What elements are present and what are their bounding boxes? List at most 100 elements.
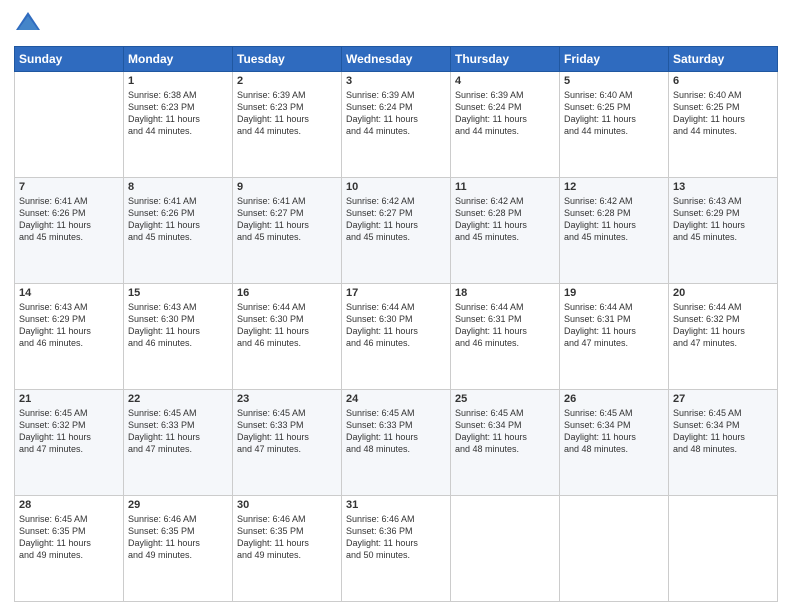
calendar-cell: 23 Sunrise: 6:45 AMSunset: 6:33 PMDayligh… xyxy=(233,390,342,496)
weekday-header: Wednesday xyxy=(342,47,451,72)
calendar-cell: 3 Sunrise: 6:39 AMSunset: 6:24 PMDaylight… xyxy=(342,72,451,178)
calendar-cell: 16 Sunrise: 6:44 AMSunset: 6:30 PMDayligh… xyxy=(233,284,342,390)
day-number: 24 xyxy=(346,393,446,405)
calendar-cell: 5 Sunrise: 6:40 AMSunset: 6:25 PMDaylight… xyxy=(560,72,669,178)
cell-info: Sunrise: 6:40 AMSunset: 6:25 PMDaylight:… xyxy=(564,90,636,136)
calendar-cell: 31 Sunrise: 6:46 AMSunset: 6:36 PMDayligh… xyxy=(342,496,451,602)
day-number: 12 xyxy=(564,181,664,193)
calendar-week-row: 1 Sunrise: 6:38 AMSunset: 6:23 PMDaylight… xyxy=(15,72,778,178)
day-number: 5 xyxy=(564,75,664,87)
cell-info: Sunrise: 6:42 AMSunset: 6:27 PMDaylight:… xyxy=(346,196,418,242)
calendar-cell xyxy=(669,496,778,602)
day-number: 2 xyxy=(237,75,337,87)
calendar-cell: 20Sunrise: 6:44 AMSunset: 6:32 PMDayligh… xyxy=(669,284,778,390)
cell-info: Sunrise: 6:44 AMSunset: 6:31 PMDaylight:… xyxy=(564,302,636,348)
calendar-cell: 11 Sunrise: 6:42 AMSunset: 6:28 PMDayligh… xyxy=(451,178,560,284)
cell-info: Sunrise: 6:41 AMSunset: 6:26 PMDaylight:… xyxy=(19,196,91,242)
day-number: 31 xyxy=(346,499,446,511)
logo-icon xyxy=(14,10,42,38)
header xyxy=(14,10,778,38)
day-number: 4 xyxy=(455,75,555,87)
weekday-header: Monday xyxy=(124,47,233,72)
calendar-cell: 29 Sunrise: 6:46 AMSunset: 6:35 PMDayligh… xyxy=(124,496,233,602)
weekday-header: Friday xyxy=(560,47,669,72)
calendar-cell: 10 Sunrise: 6:42 AMSunset: 6:27 PMDayligh… xyxy=(342,178,451,284)
calendar-cell: 26Sunrise: 6:45 AMSunset: 6:34 PMDayligh… xyxy=(560,390,669,496)
weekday-header: Sunday xyxy=(15,47,124,72)
day-number: 1 xyxy=(128,75,228,87)
header-row: SundayMondayTuesdayWednesdayThursdayFrid… xyxy=(15,47,778,72)
calendar-cell: 8 Sunrise: 6:41 AMSunset: 6:26 PMDaylight… xyxy=(124,178,233,284)
calendar-cell: 1 Sunrise: 6:38 AMSunset: 6:23 PMDaylight… xyxy=(124,72,233,178)
day-number: 13 xyxy=(673,181,773,193)
cell-info: Sunrise: 6:42 AMSunset: 6:28 PMDaylight:… xyxy=(455,196,527,242)
cell-info: Sunrise: 6:44 AMSunset: 6:30 PMDaylight:… xyxy=(346,302,418,348)
cell-info: Sunrise: 6:45 AMSunset: 6:35 PMDaylight:… xyxy=(19,514,91,560)
calendar-cell xyxy=(15,72,124,178)
calendar-cell: 18 Sunrise: 6:44 AMSunset: 6:31 PMDayligh… xyxy=(451,284,560,390)
cell-info: Sunrise: 6:44 AMSunset: 6:30 PMDaylight:… xyxy=(237,302,309,348)
cell-info: Sunrise: 6:43 AMSunset: 6:30 PMDaylight:… xyxy=(128,302,200,348)
calendar-cell: 2 Sunrise: 6:39 AMSunset: 6:23 PMDaylight… xyxy=(233,72,342,178)
calendar-cell: 28 Sunrise: 6:45 AMSunset: 6:35 PMDayligh… xyxy=(15,496,124,602)
day-number: 29 xyxy=(128,499,228,511)
cell-info: Sunrise: 6:43 AMSunset: 6:29 PMDaylight:… xyxy=(19,302,91,348)
cell-info: Sunrise: 6:42 AMSunset: 6:28 PMDaylight:… xyxy=(564,196,636,242)
cell-info: Sunrise: 6:39 AMSunset: 6:24 PMDaylight:… xyxy=(455,90,527,136)
day-number: 6 xyxy=(673,75,773,87)
day-number: 15 xyxy=(128,287,228,299)
cell-info: Sunrise: 6:41 AMSunset: 6:26 PMDaylight:… xyxy=(128,196,200,242)
day-number: 25 xyxy=(455,393,555,405)
calendar-cell: 4 Sunrise: 6:39 AMSunset: 6:24 PMDaylight… xyxy=(451,72,560,178)
calendar-week-row: 28 Sunrise: 6:45 AMSunset: 6:35 PMDayligh… xyxy=(15,496,778,602)
calendar-cell: 17 Sunrise: 6:44 AMSunset: 6:30 PMDayligh… xyxy=(342,284,451,390)
calendar-cell: 13 Sunrise: 6:43 AMSunset: 6:29 PMDayligh… xyxy=(669,178,778,284)
logo xyxy=(14,10,48,38)
calendar-cell: 22 Sunrise: 6:45 AMSunset: 6:33 PMDayligh… xyxy=(124,390,233,496)
day-number: 27 xyxy=(673,393,773,405)
weekday-header: Saturday xyxy=(669,47,778,72)
calendar-table: SundayMondayTuesdayWednesdayThursdayFrid… xyxy=(14,46,778,602)
day-number: 14 xyxy=(19,287,119,299)
cell-info: Sunrise: 6:39 AMSunset: 6:23 PMDaylight:… xyxy=(237,90,309,136)
cell-info: Sunrise: 6:44 AMSunset: 6:31 PMDaylight:… xyxy=(455,302,527,348)
calendar-cell: 6 Sunrise: 6:40 AMSunset: 6:25 PMDaylight… xyxy=(669,72,778,178)
calendar-cell: 30Sunrise: 6:46 AMSunset: 6:35 PMDayligh… xyxy=(233,496,342,602)
day-number: 16 xyxy=(237,287,337,299)
calendar-cell xyxy=(560,496,669,602)
cell-info: Sunrise: 6:45 AMSunset: 6:32 PMDaylight:… xyxy=(19,408,91,454)
day-number: 17 xyxy=(346,287,446,299)
calendar-cell: 21Sunrise: 6:45 AMSunset: 6:32 PMDayligh… xyxy=(15,390,124,496)
day-number: 22 xyxy=(128,393,228,405)
day-number: 19 xyxy=(564,287,664,299)
day-number: 3 xyxy=(346,75,446,87)
calendar-cell: 14 Sunrise: 6:43 AMSunset: 6:29 PMDayligh… xyxy=(15,284,124,390)
weekday-header: Tuesday xyxy=(233,47,342,72)
cell-info: Sunrise: 6:46 AMSunset: 6:35 PMDaylight:… xyxy=(128,514,200,560)
day-number: 10 xyxy=(346,181,446,193)
day-number: 11 xyxy=(455,181,555,193)
day-number: 28 xyxy=(19,499,119,511)
cell-info: Sunrise: 6:45 AMSunset: 6:34 PMDaylight:… xyxy=(673,408,745,454)
calendar-cell: 25 Sunrise: 6:45 AMSunset: 6:34 PMDayligh… xyxy=(451,390,560,496)
day-number: 9 xyxy=(237,181,337,193)
cell-info: Sunrise: 6:45 AMSunset: 6:33 PMDaylight:… xyxy=(128,408,200,454)
day-number: 18 xyxy=(455,287,555,299)
calendar-week-row: 14 Sunrise: 6:43 AMSunset: 6:29 PMDayligh… xyxy=(15,284,778,390)
cell-info: Sunrise: 6:39 AMSunset: 6:24 PMDaylight:… xyxy=(346,90,418,136)
calendar-cell: 27 Sunrise: 6:45 AMSunset: 6:34 PMDayligh… xyxy=(669,390,778,496)
calendar-cell xyxy=(451,496,560,602)
cell-info: Sunrise: 6:38 AMSunset: 6:23 PMDaylight:… xyxy=(128,90,200,136)
calendar-cell: 19 Sunrise: 6:44 AMSunset: 6:31 PMDayligh… xyxy=(560,284,669,390)
calendar-cell: 9Sunrise: 6:41 AMSunset: 6:27 PMDaylight… xyxy=(233,178,342,284)
cell-info: Sunrise: 6:45 AMSunset: 6:33 PMDaylight:… xyxy=(346,408,418,454)
day-number: 23 xyxy=(237,393,337,405)
cell-info: Sunrise: 6:46 AMSunset: 6:36 PMDaylight:… xyxy=(346,514,418,560)
cell-info: Sunrise: 6:45 AMSunset: 6:33 PMDaylight:… xyxy=(237,408,309,454)
calendar-cell: 24 Sunrise: 6:45 AMSunset: 6:33 PMDayligh… xyxy=(342,390,451,496)
day-number: 8 xyxy=(128,181,228,193)
calendar-cell: 7Sunrise: 6:41 AMSunset: 6:26 PMDaylight… xyxy=(15,178,124,284)
cell-info: Sunrise: 6:43 AMSunset: 6:29 PMDaylight:… xyxy=(673,196,745,242)
cell-info: Sunrise: 6:45 AMSunset: 6:34 PMDaylight:… xyxy=(455,408,527,454)
cell-info: Sunrise: 6:40 AMSunset: 6:25 PMDaylight:… xyxy=(673,90,745,136)
